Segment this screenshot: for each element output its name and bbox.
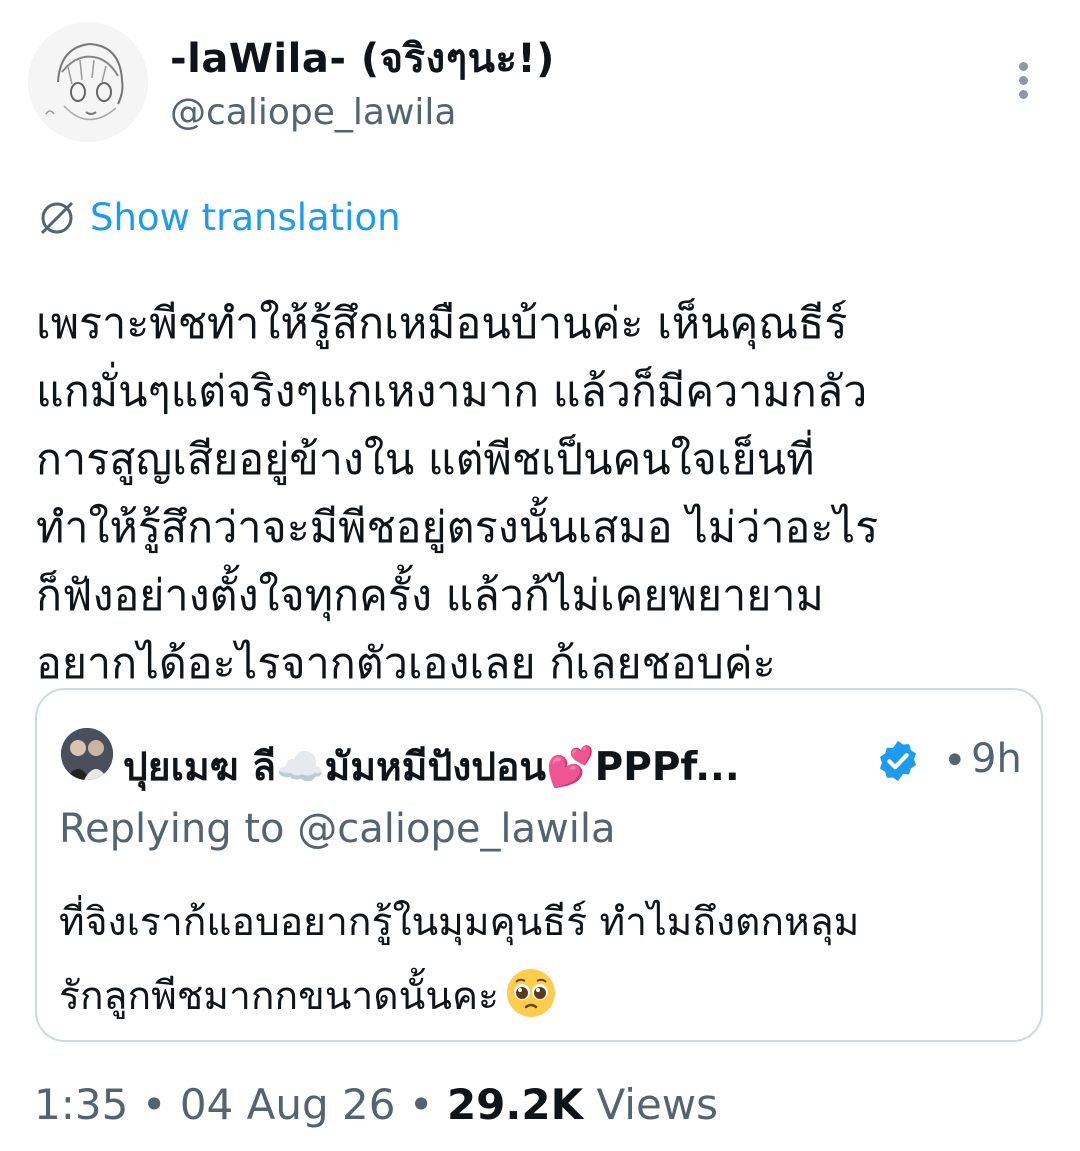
more-vertical-icon xyxy=(1019,62,1028,71)
tweet-line: การสูญเสียอยู่ข้างใน แต่พีชเป็นคนใจเย็นท… xyxy=(36,435,815,485)
tweet-text: เพราะพีชทำให้รู้สึกเหมือนบ้านค่ะ เห็นคุณ… xyxy=(36,290,1046,698)
views-label[interactable]: Views xyxy=(596,1080,718,1129)
author-display-name[interactable]: -laWila- (จริงๆนะ!) xyxy=(170,26,555,90)
quoted-display-name[interactable]: ปุยเมฆ ลี☁️มัมหมีปังปอน💕PPPf... xyxy=(123,736,740,798)
more-button[interactable] xyxy=(1004,56,1044,104)
show-translation-link[interactable]: Show translation xyxy=(36,196,401,239)
views-count[interactable]: 29.2K xyxy=(447,1080,583,1129)
quoted-line: รักลูกพีชมากกขนาดนั้นคะ xyxy=(59,974,499,1019)
quoted-text: ที่จิงเราก้แอบอยากรู้ในมุมคุนธีร์ ทำไมถึ… xyxy=(59,886,1039,1034)
replying-to: Replying to @caliope_lawila xyxy=(59,806,616,852)
author-handle[interactable]: @caliope_lawila xyxy=(170,92,456,133)
tweet-line: ก็ฟังอย่างตั้งใจทุกครั้ง แล้วก้ไม่เคยพยา… xyxy=(36,571,824,621)
translate-globe-icon xyxy=(40,201,74,234)
people-photo-icon xyxy=(61,728,113,780)
quoted-tweet-card[interactable]: ปุยเมฆ ลี☁️มัมหมีปังปอน💕PPPf... • 9h Rep… xyxy=(35,688,1043,1042)
separator-dot: • xyxy=(141,1080,167,1129)
tweet-date[interactable]: 04 Aug 26 xyxy=(180,1080,396,1129)
tweet-line: แกมั่นๆแต่จริงๆแกเหงามาก แล้วก็มีความกลั… xyxy=(36,367,868,417)
tweet-time[interactable]: 1:35 xyxy=(34,1080,128,1129)
separator-dot: • xyxy=(943,738,967,784)
quoted-timestamp[interactable]: 9h xyxy=(971,736,1022,782)
verified-badge-icon xyxy=(879,740,917,782)
tweet-meta: 1:35 • 04 Aug 26 • 29.2K Views xyxy=(34,1080,718,1129)
separator-dot: • xyxy=(408,1080,434,1129)
quoted-line: ที่จิงเราก้แอบอยากรู้ในมุมคุนธีร์ ทำไมถึ… xyxy=(59,900,860,945)
avatar[interactable] xyxy=(28,22,148,142)
show-translation-label: Show translation xyxy=(90,196,401,239)
quoted-avatar[interactable] xyxy=(61,728,113,780)
anime-sketch-avatar-icon xyxy=(28,22,148,142)
pleading-face-emoji-icon xyxy=(507,969,555,1017)
tweet-line: ทำให้รู้สึกว่าจะมีพีชอยู่ตรงนั้นเสมอ ไม่… xyxy=(36,503,879,553)
tweet-line: เพราะพีชทำให้รู้สึกเหมือนบ้านค่ะ เห็นคุณ… xyxy=(36,299,848,349)
